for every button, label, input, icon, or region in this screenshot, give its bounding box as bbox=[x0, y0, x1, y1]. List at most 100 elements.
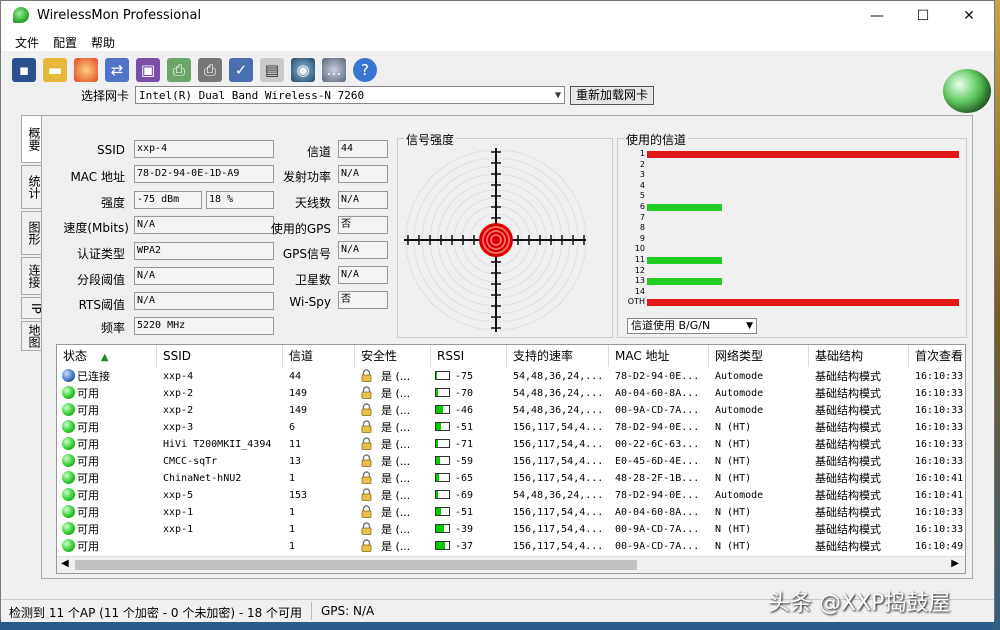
signal-level-icon bbox=[435, 473, 450, 482]
cell-rssi: -59 bbox=[455, 456, 474, 467]
record-icon[interactable] bbox=[74, 58, 98, 82]
printer-icon[interactable]: ⎙ bbox=[198, 58, 222, 82]
print-icon[interactable]: ⎙ bbox=[167, 58, 191, 82]
channel-label: 信道 bbox=[306, 145, 331, 159]
scroll-right-icon[interactable]: ▶ bbox=[951, 558, 959, 569]
channel-label: 5 bbox=[639, 191, 645, 201]
minimize-button[interactable]: — bbox=[854, 1, 900, 31]
menu-help[interactable]: 帮助 bbox=[91, 34, 115, 51]
column-header[interactable]: 首次查看 bbox=[909, 345, 965, 367]
channel-label: 13 bbox=[634, 276, 645, 286]
cell-security: 是 (... bbox=[381, 370, 411, 383]
title-bar: WirelessMon Professional — ☐ ✕ bbox=[1, 1, 994, 31]
open-folder-icon[interactable]: ▬ bbox=[43, 58, 67, 82]
status-indicator-icon bbox=[62, 437, 75, 450]
tab-connection[interactable]: 连接 bbox=[21, 257, 43, 295]
channel-mode-select[interactable]: 信道使用 B/G/N ▼ bbox=[627, 318, 757, 334]
status-indicator-icon bbox=[62, 454, 75, 467]
channel-usage-chart: 1 2 3 4 5 6 7 8 9 10 11 12 13 14 OTH bbox=[621, 149, 963, 319]
frag-label: 分段阈值 bbox=[76, 273, 125, 287]
menu-config[interactable]: 配置 bbox=[53, 34, 77, 51]
lock-icon bbox=[361, 471, 372, 484]
tab-ip[interactable]: IP bbox=[21, 297, 43, 319]
menu-bar: 文件 配置 帮助 bbox=[1, 31, 994, 51]
cell-status: 可用 bbox=[77, 438, 99, 451]
cell-mac: 78-D2-94-0E... bbox=[615, 422, 700, 433]
cell-first: 16:10:41 bbox=[915, 490, 964, 501]
cell-security: 是 (... bbox=[381, 472, 411, 485]
column-header[interactable]: 基础结构 bbox=[809, 345, 909, 367]
help-icon[interactable]: ? bbox=[353, 58, 377, 82]
table-row[interactable]: 可用 xxp-3 6 是 (... -51 156,117,54,4... 78-D2-94… bbox=[57, 419, 965, 436]
cell-rates: 54,48,36,24,... bbox=[513, 371, 604, 382]
tab-summary[interactable]: 概要 bbox=[21, 115, 43, 163]
column-header[interactable]: 支持的速率 bbox=[507, 345, 609, 367]
lock-icon bbox=[361, 522, 372, 535]
cell-first: 16:10:33 bbox=[915, 507, 964, 518]
table-row[interactable]: 可用 1 是 (... -37 156,117,54,4... 00-9A-CD-7A..… bbox=[57, 538, 965, 555]
cell-first: 16:10:33 bbox=[915, 439, 964, 450]
table-row[interactable]: 可用 ChinaNet-hNU2 1 是 (... -65 156,117,54,4...… bbox=[57, 470, 965, 487]
cell-infra: 基础结构模式 bbox=[815, 540, 881, 553]
cell-ssid: xxp-1 bbox=[163, 524, 194, 535]
tab-map[interactable]: 地图 bbox=[21, 321, 43, 351]
rts-label: RTS阈值 bbox=[78, 298, 125, 312]
cell-mac: 00-9A-CD-7A... bbox=[615, 541, 700, 552]
tab-graph[interactable]: 图形 bbox=[21, 211, 43, 255]
column-header[interactable]: 安全性 bbox=[355, 345, 431, 367]
cell-security: 是 (... bbox=[381, 540, 411, 553]
scroll-left-icon[interactable]: ◀ bbox=[61, 558, 69, 569]
signal-level-icon bbox=[435, 405, 450, 414]
table-row[interactable]: 可用 xxp-1 1 是 (... -39 156,117,54,4... 00-9A-CD… bbox=[57, 521, 965, 538]
cell-rssi: -70 bbox=[455, 388, 474, 399]
table-row[interactable]: 可用 CMCC-sqTr 13 是 (... -59 156,117,54,4... E0-… bbox=[57, 453, 965, 470]
table-row[interactable]: 可用 HiVi T200MKII_4394 11 是 (... -71 156,117,5… bbox=[57, 436, 965, 453]
status-indicator-icon bbox=[62, 403, 75, 416]
table-row[interactable]: 可用 xxp-1 1 是 (... -51 156,117,54,4... A0-04-60… bbox=[57, 504, 965, 521]
check-icon[interactable]: ✓ bbox=[229, 58, 253, 82]
column-header[interactable]: RSSI bbox=[431, 345, 507, 367]
status-indicator-icon bbox=[62, 522, 75, 535]
lock-icon bbox=[361, 403, 372, 416]
reload-adapter-button[interactable]: 重新加载网卡 bbox=[570, 86, 654, 105]
signal-level-icon bbox=[435, 541, 450, 550]
column-header[interactable]: 信道 bbox=[283, 345, 355, 367]
column-header[interactable]: SSID bbox=[157, 345, 283, 367]
cell-rates: 54,48,36,24,... bbox=[513, 388, 604, 399]
close-button[interactable]: ✕ bbox=[946, 1, 992, 31]
cell-channel: 1 bbox=[289, 507, 296, 518]
cell-channel: 153 bbox=[289, 490, 308, 501]
chat-icon[interactable]: … bbox=[322, 58, 346, 82]
cell-status: 可用 bbox=[77, 506, 99, 519]
cell-rates: 54,48,36,24,... bbox=[513, 490, 604, 501]
maximize-button[interactable]: ☐ bbox=[900, 1, 946, 31]
column-header[interactable]: 网络类型 bbox=[709, 345, 809, 367]
cell-channel: 13 bbox=[289, 456, 302, 467]
table-row[interactable]: 已连接 xxp-4 44 是 (... -75 54,48,36,24,... 78-D2-… bbox=[57, 368, 965, 385]
scrollbar-thumb[interactable] bbox=[75, 560, 637, 570]
computers-icon[interactable]: ▣ bbox=[136, 58, 160, 82]
table-row[interactable]: 可用 xxp-2 149 是 (... -46 54,48,36,24,... 00-9A-… bbox=[57, 402, 965, 419]
adapter-select[interactable]: Intel(R) Dual Band Wireless-N 7260 ▼ bbox=[135, 86, 565, 104]
cell-first: 16:10:33 bbox=[915, 456, 964, 467]
channel-row: 7 bbox=[621, 213, 961, 223]
channel-label: 6 bbox=[639, 202, 645, 211]
table-row[interactable]: 可用 xxp-2 149 是 (... -70 54,48,36,24,... A0-04-… bbox=[57, 385, 965, 402]
signal-level-icon bbox=[435, 388, 450, 397]
cell-rates: 156,117,54,4... bbox=[513, 524, 604, 535]
table-row[interactable]: 可用 xxp-5 153 是 (... -69 54,48,36,24,... 78-D2-… bbox=[57, 487, 965, 504]
save-icon[interactable]: ▪ bbox=[12, 58, 36, 82]
ap-table: 状态 ▲ SSID 信道 安全性 RSSI 支持的速率 MAC 地址 网络类型 … bbox=[56, 344, 966, 574]
menu-file[interactable]: 文件 bbox=[15, 34, 39, 51]
globe-network-icon[interactable]: ◉ bbox=[291, 58, 315, 82]
column-header[interactable]: 状态 ▲ bbox=[57, 345, 157, 367]
horizontal-scrollbar[interactable]: ◀ ▶ bbox=[57, 556, 965, 573]
clipboard-icon[interactable]: ▤ bbox=[260, 58, 284, 82]
cell-nettype: N (HT) bbox=[715, 473, 752, 484]
tab-statistics[interactable]: 统计 bbox=[21, 165, 43, 209]
cell-infra: 基础结构模式 bbox=[815, 523, 881, 536]
channel-label: 8 bbox=[639, 223, 645, 233]
network-icon[interactable]: ⇄ bbox=[105, 58, 129, 82]
column-header[interactable]: MAC 地址 bbox=[609, 345, 709, 367]
rts-field: N/A bbox=[134, 292, 274, 310]
